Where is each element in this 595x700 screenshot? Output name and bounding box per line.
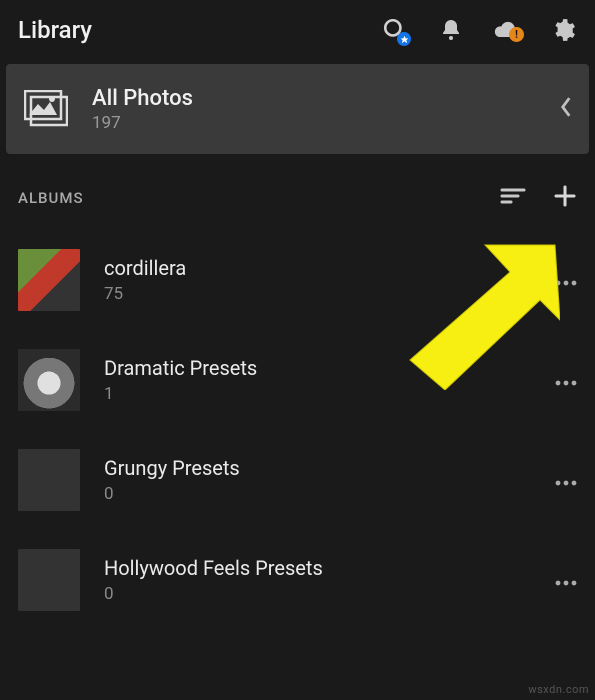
notifications-icon[interactable]	[437, 16, 465, 44]
album-thumbnail	[18, 449, 80, 511]
album-row[interactable]: Grungy Presets 0	[0, 430, 595, 530]
top-bar: Library !	[0, 0, 595, 64]
page-title: Library	[18, 16, 92, 44]
more-icon[interactable]	[555, 371, 577, 390]
more-icon[interactable]	[555, 471, 577, 490]
album-count: 0	[104, 584, 323, 604]
album-info: Dramatic Presets 1	[104, 356, 257, 404]
all-photos-row[interactable]: All Photos 197	[6, 64, 589, 154]
album-info: Hollywood Feels Presets 0	[104, 556, 323, 604]
album-info: Grungy Presets 0	[104, 456, 240, 504]
sort-icon[interactable]	[499, 185, 527, 211]
album-count: 1	[104, 384, 257, 404]
album-name: Grungy Presets	[104, 456, 240, 480]
all-photos-icon	[22, 88, 70, 130]
album-row[interactable]: cordillera 75	[0, 230, 595, 330]
all-photos-text: All Photos 197	[92, 86, 193, 133]
album-row[interactable]: Dramatic Presets 1	[0, 330, 595, 430]
album-name: Hollywood Feels Presets	[104, 556, 323, 580]
album-count: 75	[104, 284, 186, 304]
watermark: wsxdn.com	[528, 683, 589, 696]
album-count: 0	[104, 484, 240, 504]
album-thumbnail	[18, 549, 80, 611]
album-name: Dramatic Presets	[104, 356, 257, 380]
all-photos-label: All Photos	[92, 86, 193, 111]
album-list: cordillera 75 Dramatic Presets 1 Grungy …	[0, 220, 595, 630]
section-label: ALBUMS	[18, 189, 84, 207]
more-icon[interactable]	[555, 271, 577, 290]
settings-icon[interactable]	[549, 16, 577, 44]
topbar-icon-group: !	[381, 16, 577, 44]
album-row[interactable]: Hollywood Feels Presets 0	[0, 530, 595, 630]
cloud-sync-icon[interactable]: !	[493, 16, 521, 44]
more-icon[interactable]	[555, 571, 577, 590]
search-icon[interactable]	[381, 16, 409, 44]
albums-section-header: ALBUMS	[0, 154, 595, 220]
cloud-warning-badge-icon: !	[509, 27, 524, 42]
album-thumbnail	[18, 349, 80, 411]
add-album-icon[interactable]	[553, 184, 577, 212]
search-star-badge-icon	[397, 32, 411, 46]
album-name: cordillera	[104, 256, 186, 280]
chevron-left-icon	[559, 96, 573, 122]
all-photos-count: 197	[92, 113, 193, 133]
album-info: cordillera 75	[104, 256, 186, 304]
album-thumbnail	[18, 249, 80, 311]
